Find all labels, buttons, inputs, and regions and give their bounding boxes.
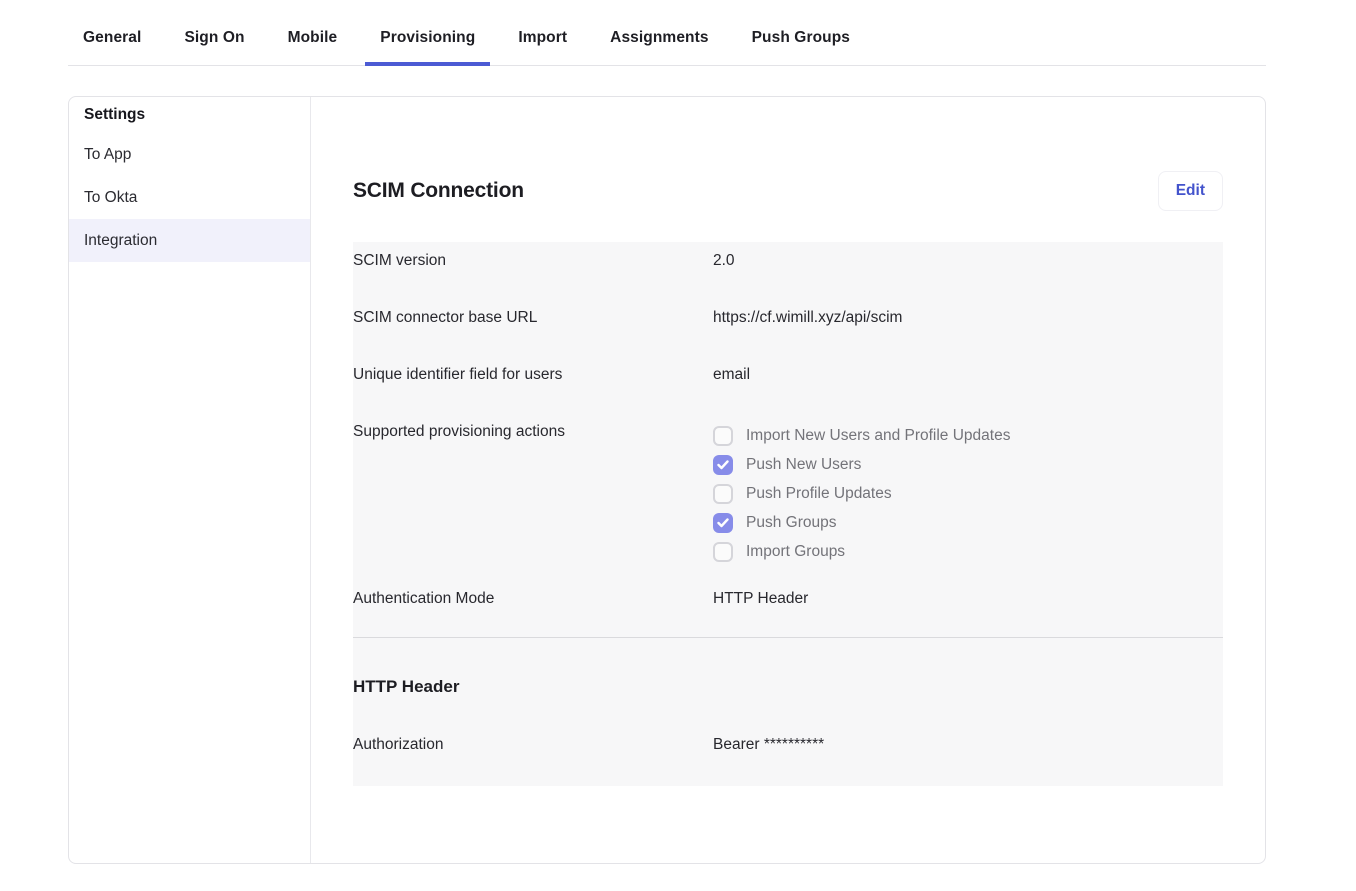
sidebar-item-to-app[interactable]: To App (69, 133, 310, 176)
scim-details-panel: SCIM version 2.0 SCIM connector base URL… (353, 242, 1223, 786)
authentication-mode-row: Authentication Mode HTTP Header (353, 580, 1223, 637)
provisioning-card: Settings To App To Okta Integration SCIM… (68, 96, 1266, 864)
scim-version-row: SCIM version 2.0 (353, 242, 1223, 299)
provisioning-actions-label: Supported provisioning actions (353, 421, 713, 566)
sidebar-header-settings: Settings (69, 97, 310, 133)
scim-connection-header: SCIM Connection Edit (353, 169, 1223, 213)
checkbox-unchecked-icon (713, 484, 733, 504)
settings-sidebar: Settings To App To Okta Integration (69, 97, 311, 863)
option-import-new-users: Import New Users and Profile Updates (713, 421, 1010, 450)
option-push-groups: Push Groups (713, 508, 1010, 537)
integration-main-panel: SCIM Connection Edit SCIM version 2.0 SC… (311, 97, 1265, 863)
authentication-mode-label: Authentication Mode (353, 588, 713, 609)
provisioning-actions-row: Supported provisioning actions Import Ne… (353, 413, 1223, 580)
unique-identifier-label: Unique identifier field for users (353, 364, 713, 385)
option-label: Import New Users and Profile Updates (746, 425, 1010, 446)
option-label: Push Profile Updates (746, 483, 892, 504)
option-push-new-users: Push New Users (713, 450, 1010, 479)
scim-version-label: SCIM version (353, 250, 713, 271)
option-label: Push Groups (746, 512, 836, 533)
edit-button[interactable]: Edit (1158, 171, 1223, 211)
scim-base-url-label: SCIM connector base URL (353, 307, 713, 328)
tab-general[interactable]: General (68, 0, 156, 65)
unique-identifier-value: email (713, 364, 750, 385)
option-import-groups: Import Groups (713, 537, 1010, 566)
app-tab-bar: General Sign On Mobile Provisioning Impo… (68, 0, 1266, 66)
page-title: SCIM Connection (353, 179, 524, 203)
scim-base-url-row: SCIM connector base URL https://cf.wimil… (353, 299, 1223, 356)
authorization-label: Authorization (353, 734, 713, 755)
sidebar-item-to-okta[interactable]: To Okta (69, 176, 310, 219)
option-label: Push New Users (746, 454, 861, 475)
tab-assignments[interactable]: Assignments (595, 0, 723, 65)
tab-provisioning[interactable]: Provisioning (365, 0, 490, 65)
option-label: Import Groups (746, 541, 845, 562)
authorization-row: Authorization Bearer ********** (353, 698, 1223, 786)
http-header-section-title: HTTP Header (353, 638, 1223, 698)
scim-base-url-value: https://cf.wimill.xyz/api/scim (713, 307, 902, 328)
provisioning-actions-options: Import New Users and Profile Updates Pus… (713, 421, 1010, 566)
tab-push-groups[interactable]: Push Groups (737, 0, 865, 65)
unique-identifier-row: Unique identifier field for users email (353, 356, 1223, 413)
checkbox-checked-icon (713, 455, 733, 475)
checkbox-unchecked-icon (713, 426, 733, 446)
checkbox-unchecked-icon (713, 542, 733, 562)
sidebar-item-integration[interactable]: Integration (69, 219, 310, 262)
tab-sign-on[interactable]: Sign On (169, 0, 259, 65)
authentication-mode-value: HTTP Header (713, 588, 808, 609)
checkbox-checked-icon (713, 513, 733, 533)
authorization-value: Bearer ********** (713, 734, 824, 755)
scim-version-value: 2.0 (713, 250, 735, 271)
tab-import[interactable]: Import (503, 0, 582, 65)
option-push-profile-updates: Push Profile Updates (713, 479, 1010, 508)
tab-mobile[interactable]: Mobile (273, 0, 353, 65)
